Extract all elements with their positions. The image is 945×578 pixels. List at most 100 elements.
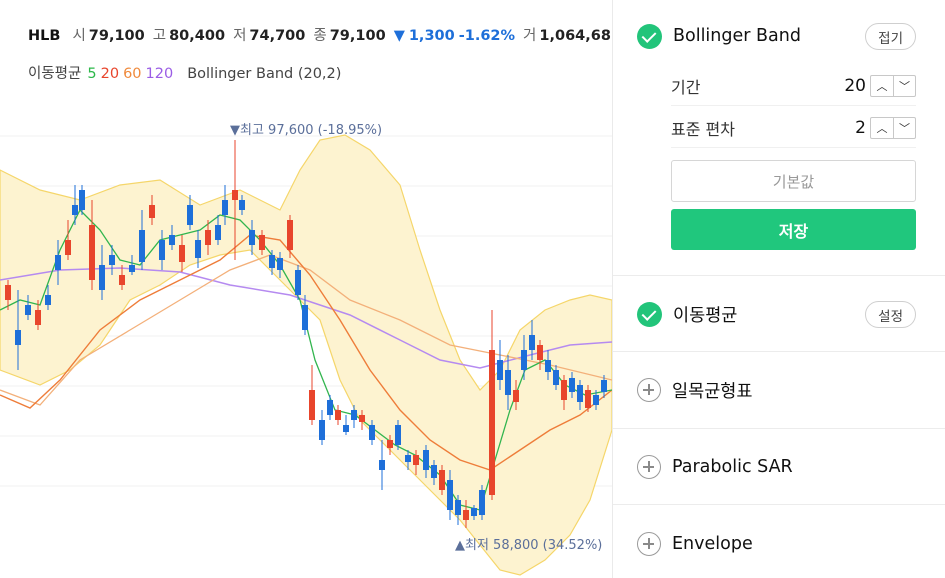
- period-label: 기간: [671, 77, 701, 97]
- candle-body: [89, 225, 95, 280]
- add-icon[interactable]: [637, 532, 661, 556]
- moving-average-section: 이동평균 설정: [613, 276, 945, 352]
- candle-body: [55, 255, 61, 270]
- quote-summary: HLB 시 79,100 고 80,400 저 74,700 종 79,100 …: [28, 24, 612, 46]
- candle-body: [129, 265, 135, 272]
- period-param-row: 기간 20 ︿ ﹀: [671, 66, 916, 106]
- candle-body: [593, 395, 599, 405]
- candle-body: [505, 370, 511, 395]
- parabolic-sar-section[interactable]: Parabolic SAR: [613, 429, 945, 505]
- parabolic-sar-header[interactable]: Parabolic SAR: [637, 453, 793, 481]
- candle-body: [405, 455, 411, 462]
- candle-body: [25, 305, 31, 315]
- stddev-label: 표준 편차: [671, 119, 735, 139]
- period-stepper: ︿ ﹀: [870, 74, 916, 97]
- candle-body: [379, 460, 385, 470]
- stock-chart-screen: ▼최고 97,600 (-18.95%) ▲최저 58,800 (34.52%) …: [0, 0, 945, 578]
- candle-body: [195, 240, 201, 258]
- candle-body: [205, 230, 211, 245]
- candle-body: [139, 230, 145, 262]
- close-value: 79,100: [329, 28, 386, 44]
- candle-body: [35, 310, 41, 325]
- candle-body: [277, 258, 283, 270]
- ichimoku-header[interactable]: 일목균형표: [637, 376, 753, 404]
- candle-body: [359, 415, 365, 422]
- candle-body: [413, 455, 419, 465]
- low-annotation: ▲최저 58,800 (34.52%): [455, 538, 602, 553]
- candle-body: [585, 390, 591, 408]
- change-percent: -1.62%: [458, 28, 516, 44]
- candle-body: [561, 380, 567, 400]
- candle-body: [439, 470, 445, 490]
- ichimoku-title: 일목균형표: [672, 381, 753, 402]
- candle-body: [45, 295, 51, 305]
- ma-legend-label: 이동평균: [28, 66, 82, 82]
- collapse-button[interactable]: 접기: [865, 23, 916, 50]
- volume-label: 거: [523, 28, 537, 44]
- ichimoku-section[interactable]: 일목균형표: [613, 352, 945, 429]
- candle-body: [601, 380, 607, 392]
- candle-body: [215, 225, 221, 240]
- candle-body: [249, 230, 255, 245]
- envelope-section[interactable]: Envelope: [613, 505, 945, 578]
- candle-body: [351, 410, 357, 420]
- bollinger-title: Bollinger Band: [673, 26, 801, 46]
- envelope-header[interactable]: Envelope: [637, 530, 753, 558]
- candle-body: [99, 265, 105, 290]
- candle-body: [513, 390, 519, 402]
- add-icon[interactable]: [637, 455, 661, 479]
- candle-body: [553, 370, 559, 385]
- candle-body: [343, 425, 349, 432]
- save-button[interactable]: 저장: [671, 209, 916, 250]
- candle-body: [471, 508, 477, 516]
- chevron-up-icon[interactable]: ︿: [871, 76, 893, 96]
- candle-body: [259, 235, 265, 250]
- candle-body: [295, 270, 301, 295]
- add-icon[interactable]: [637, 378, 661, 402]
- candle-body: [537, 345, 543, 360]
- ma-legend-period-60: 60: [123, 66, 142, 82]
- volume-value: 1,064,682: [539, 28, 612, 44]
- ma-legend-period-20: 20: [100, 66, 120, 82]
- close-label: 종: [313, 28, 327, 44]
- candle-body: [431, 465, 437, 478]
- candle-body: [309, 390, 315, 420]
- chevron-down-icon[interactable]: ﹀: [893, 117, 915, 138]
- high-label: 고: [152, 28, 167, 44]
- candle-body: [463, 510, 469, 520]
- candle-body: [387, 440, 393, 448]
- candle-body: [109, 255, 115, 265]
- envelope-title: Envelope: [672, 534, 753, 554]
- candle-body: [287, 220, 293, 250]
- candle-body: [497, 360, 503, 380]
- stddev-value[interactable]: 2: [855, 118, 866, 138]
- candle-body: [119, 275, 125, 285]
- candle-body: [232, 190, 238, 200]
- candle-body: [455, 500, 461, 515]
- parabolic-sar-title: Parabolic SAR: [672, 457, 793, 477]
- candle-body: [149, 205, 155, 218]
- stddev-param-row: 표준 편차 2 ︿ ﹀: [671, 108, 916, 148]
- period-value[interactable]: 20: [844, 76, 866, 96]
- bollinger-section: Bollinger Band 접기 기간 20 ︿ ﹀ 표준 편차 2 ︿ ﹀ …: [613, 0, 945, 276]
- chevron-up-icon[interactable]: ︿: [871, 118, 893, 138]
- candle-body: [179, 245, 185, 262]
- stddev-stepper: ︿ ﹀: [870, 116, 916, 139]
- open-label: 시: [72, 28, 86, 44]
- high-value: 80,400: [169, 28, 226, 44]
- candle-body: [335, 410, 341, 420]
- low-value: 74,700: [249, 28, 306, 44]
- candle-body: [269, 255, 275, 268]
- moving-average-header[interactable]: 이동평균: [637, 300, 737, 328]
- bollinger-header[interactable]: Bollinger Band: [637, 22, 801, 50]
- reset-default-button[interactable]: 기본값: [671, 160, 916, 202]
- candle-body: [302, 305, 308, 330]
- settings-button[interactable]: 설정: [865, 301, 916, 328]
- chevron-down-icon[interactable]: ﹀: [893, 75, 915, 96]
- checked-icon[interactable]: [637, 301, 662, 327]
- chart-pane[interactable]: ▼최고 97,600 (-18.95%) ▲최저 58,800 (34.52%) …: [0, 0, 612, 578]
- checked-icon[interactable]: [637, 23, 662, 49]
- high-annotation: ▼최고 97,600 (-18.95%): [230, 123, 382, 138]
- ma-legend-period-5: 5: [87, 66, 97, 82]
- candlestick-chart[interactable]: ▼최고 97,600 (-18.95%) ▲최저 58,800 (34.52%): [0, 0, 612, 578]
